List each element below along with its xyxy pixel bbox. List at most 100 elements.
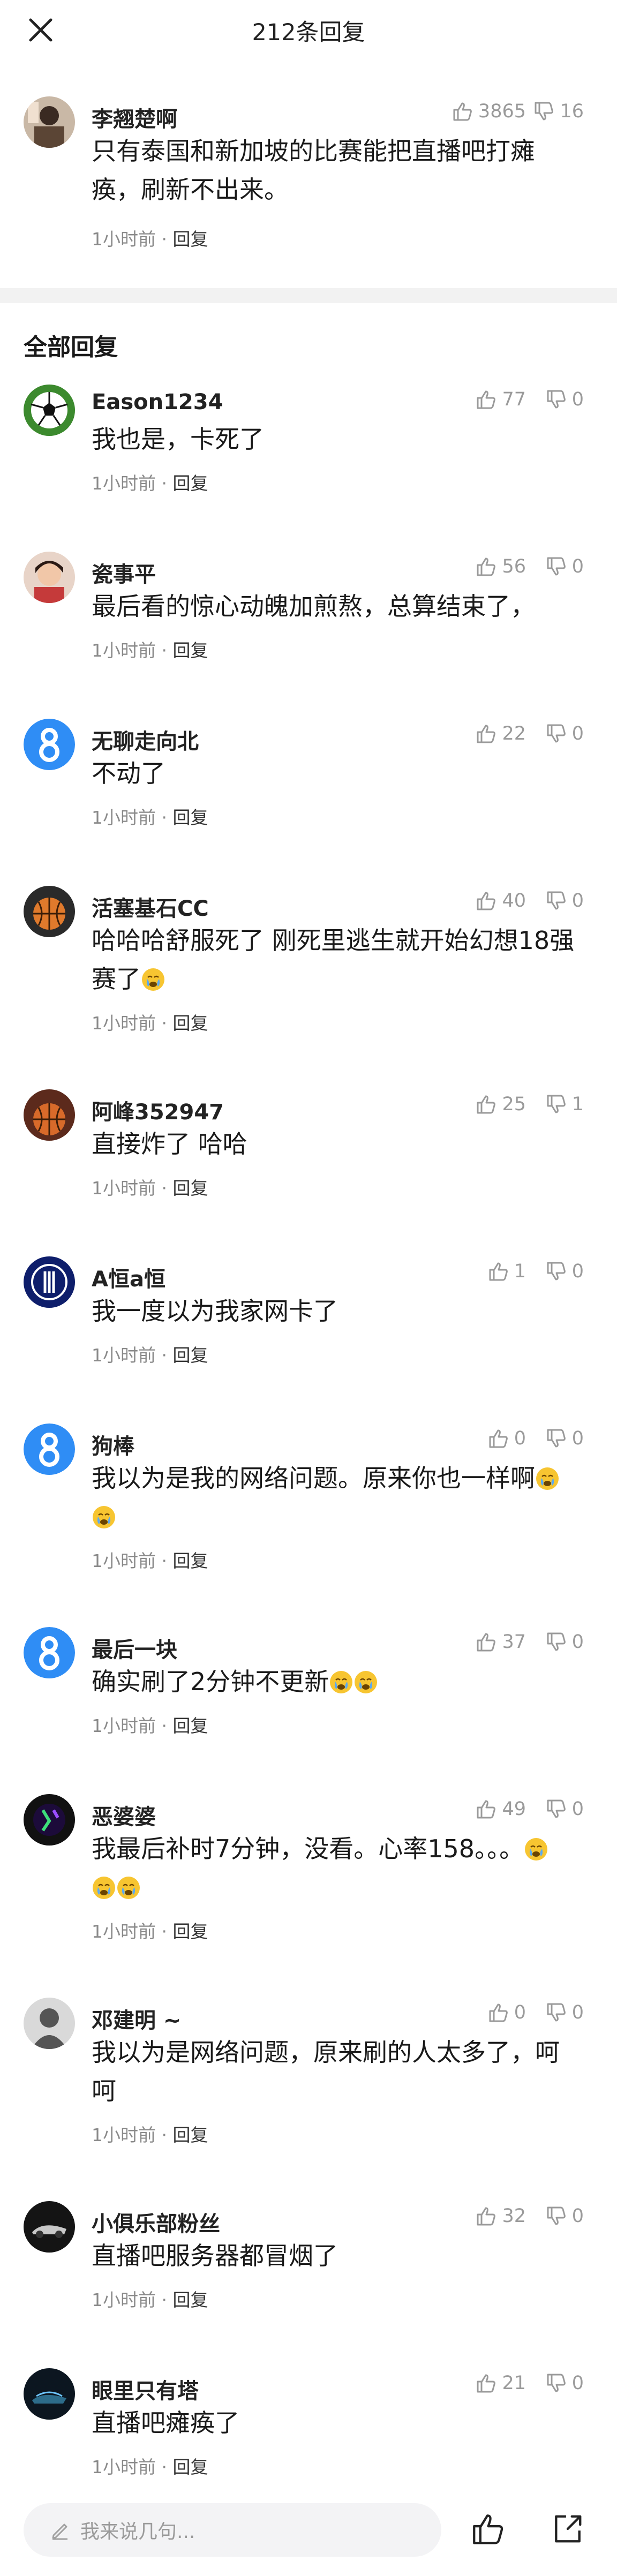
avatar[interactable] bbox=[24, 1998, 75, 2049]
username[interactable]: 无聊走向北 bbox=[92, 724, 199, 755]
reply-button[interactable]: 回复 bbox=[172, 640, 208, 661]
avatar[interactable] bbox=[24, 719, 75, 770]
like-button[interactable]: 37 bbox=[475, 1631, 526, 1653]
like-count: 21 bbox=[502, 2372, 526, 2394]
dislike-button[interactable]: 0 bbox=[545, 2372, 584, 2394]
reply-button[interactable]: 回复 bbox=[172, 1715, 208, 1736]
comment-text: 确实刷了2分钟不更新 bbox=[92, 1662, 590, 1701]
reply-button[interactable]: 回复 bbox=[172, 807, 208, 828]
comment-input[interactable]: 我来说几句... bbox=[24, 2503, 441, 2557]
reply-button[interactable]: 回复 bbox=[172, 1921, 208, 1942]
username[interactable]: 阿峰352947 bbox=[92, 1095, 224, 1126]
username[interactable]: Eason1234 bbox=[92, 390, 223, 415]
username[interactable]: 瓷事平 bbox=[92, 557, 156, 588]
username[interactable]: 小俱乐部粉丝 bbox=[92, 2206, 220, 2238]
crying-emoji-icon bbox=[117, 1877, 140, 1899]
avatar[interactable] bbox=[24, 1627, 75, 1678]
timestamp: 1小时前 bbox=[92, 1715, 156, 1736]
username[interactable]: 恶婆婆 bbox=[92, 1799, 156, 1831]
comment-line: 哈哈哈舒服死了 刚死里逃生就开始幻想18强 bbox=[92, 921, 590, 960]
dislike-button[interactable]: 1 bbox=[545, 1094, 584, 1115]
dislike-button[interactable]: 0 bbox=[545, 556, 584, 577]
reply-button[interactable]: 回复 bbox=[172, 2457, 208, 2477]
dislike-button[interactable]: 0 bbox=[545, 723, 584, 744]
avatar[interactable] bbox=[24, 96, 75, 148]
avatar[interactable] bbox=[24, 886, 75, 937]
thumb-down-icon bbox=[547, 1429, 566, 1448]
dislike-count: 0 bbox=[571, 1798, 584, 1820]
comment-input-placeholder: 我来说几句... bbox=[80, 2521, 195, 2543]
username[interactable]: 活塞基石CC bbox=[92, 891, 209, 922]
like-button[interactable]: 25 bbox=[475, 1094, 526, 1115]
reply-button[interactable]: 回复 bbox=[172, 2125, 208, 2145]
thumb-down-icon bbox=[547, 2003, 566, 2022]
comment-line bbox=[92, 1497, 590, 1536]
reply-button[interactable]: 回复 bbox=[172, 1550, 208, 1571]
dislike-button[interactable]: 0 bbox=[545, 2002, 584, 2023]
dislike-button[interactable]: 16 bbox=[533, 101, 584, 122]
dislike-count: 0 bbox=[571, 2372, 584, 2394]
avatar[interactable] bbox=[24, 1794, 75, 1846]
thumb-down-icon bbox=[547, 1799, 566, 1818]
like-button[interactable]: 40 bbox=[475, 890, 526, 912]
username[interactable]: 眼里只有塔 bbox=[92, 2374, 199, 2405]
pencil-icon bbox=[52, 2524, 67, 2540]
dislike-button[interactable]: 0 bbox=[545, 890, 584, 912]
like-button[interactable]: 21 bbox=[475, 2372, 526, 2394]
username[interactable]: 最后一块 bbox=[92, 1632, 177, 1663]
dislike-button[interactable]: 0 bbox=[545, 1631, 584, 1653]
avatar[interactable] bbox=[24, 385, 75, 436]
avatar[interactable] bbox=[24, 2368, 75, 2420]
share-button[interactable] bbox=[542, 2501, 593, 2557]
thumb-down-icon bbox=[547, 1262, 566, 1281]
comment-line: 直接炸了 哈哈 bbox=[92, 1125, 590, 1163]
crying-emoji-icon bbox=[536, 1467, 559, 1490]
thumb-up-icon bbox=[477, 2207, 496, 2226]
comment-text: 只有泰国和新加坡的比赛能把直播吧打瘫 痪，刷新不出来。 bbox=[92, 132, 590, 209]
crying-emoji-icon bbox=[142, 968, 164, 991]
thumb-up-icon bbox=[477, 1633, 496, 1652]
comment-text: 我也是，卡死了 bbox=[92, 420, 590, 458]
comment-text: 我最后补时7分钟，没看。心率158。。。 bbox=[92, 1829, 590, 1907]
avatar[interactable] bbox=[24, 552, 75, 603]
crying-emoji-icon bbox=[355, 1671, 378, 1693]
avatar[interactable] bbox=[24, 1256, 75, 1308]
avatar[interactable] bbox=[24, 1423, 75, 1475]
like-button[interactable]: 56 bbox=[475, 556, 526, 577]
like-button[interactable]: 1 bbox=[487, 1261, 526, 1282]
reply-button[interactable]: 回复 bbox=[172, 1013, 208, 1034]
reply-button[interactable]: 回复 bbox=[172, 2289, 208, 2310]
comment-line: 痪，刷新不出来。 bbox=[92, 175, 289, 204]
username[interactable]: 李翘楚啊 bbox=[92, 102, 177, 133]
dislike-button[interactable]: 0 bbox=[545, 2205, 584, 2227]
like-button[interactable]: 32 bbox=[475, 2205, 526, 2227]
comment-line-text: 我一度以为我家网卡了 bbox=[92, 1297, 338, 1325]
like-button[interactable]: 0 bbox=[487, 1428, 526, 1449]
dislike-count: 0 bbox=[571, 890, 584, 912]
username[interactable]: 邓建明 ~ bbox=[92, 2003, 181, 2034]
like-button[interactable]: 0 bbox=[487, 2002, 526, 2023]
reply-button[interactable]: 回复 bbox=[172, 229, 208, 250]
like-button[interactable]: 3865 bbox=[452, 101, 526, 122]
dislike-button[interactable]: 0 bbox=[545, 389, 584, 410]
dislike-button[interactable]: 0 bbox=[545, 1261, 584, 1282]
dislike-button[interactable]: 0 bbox=[545, 1428, 584, 1449]
dislike-count: 0 bbox=[571, 1261, 584, 1282]
like-count: 77 bbox=[502, 389, 526, 410]
like-button[interactable]: 49 bbox=[475, 1798, 526, 1820]
avatar[interactable] bbox=[24, 2201, 75, 2253]
comment-line: 赛了 bbox=[92, 960, 590, 998]
like-count: 22 bbox=[502, 723, 526, 744]
like-button[interactable]: 22 bbox=[475, 723, 526, 744]
avatar[interactable] bbox=[24, 1089, 75, 1141]
reply-button[interactable]: 回复 bbox=[172, 1345, 208, 1366]
like-post-button[interactable] bbox=[462, 2501, 513, 2557]
like-count: 3865 bbox=[478, 101, 526, 122]
username[interactable]: 狗棒 bbox=[92, 1429, 134, 1460]
username[interactable]: A恒a恒 bbox=[92, 1262, 165, 1293]
thumb-up-icon bbox=[489, 1429, 508, 1448]
dislike-button[interactable]: 0 bbox=[545, 1798, 584, 1820]
reply-button[interactable]: 回复 bbox=[172, 1178, 208, 1199]
reply-button[interactable]: 回复 bbox=[172, 473, 208, 494]
like-button[interactable]: 77 bbox=[475, 389, 526, 410]
